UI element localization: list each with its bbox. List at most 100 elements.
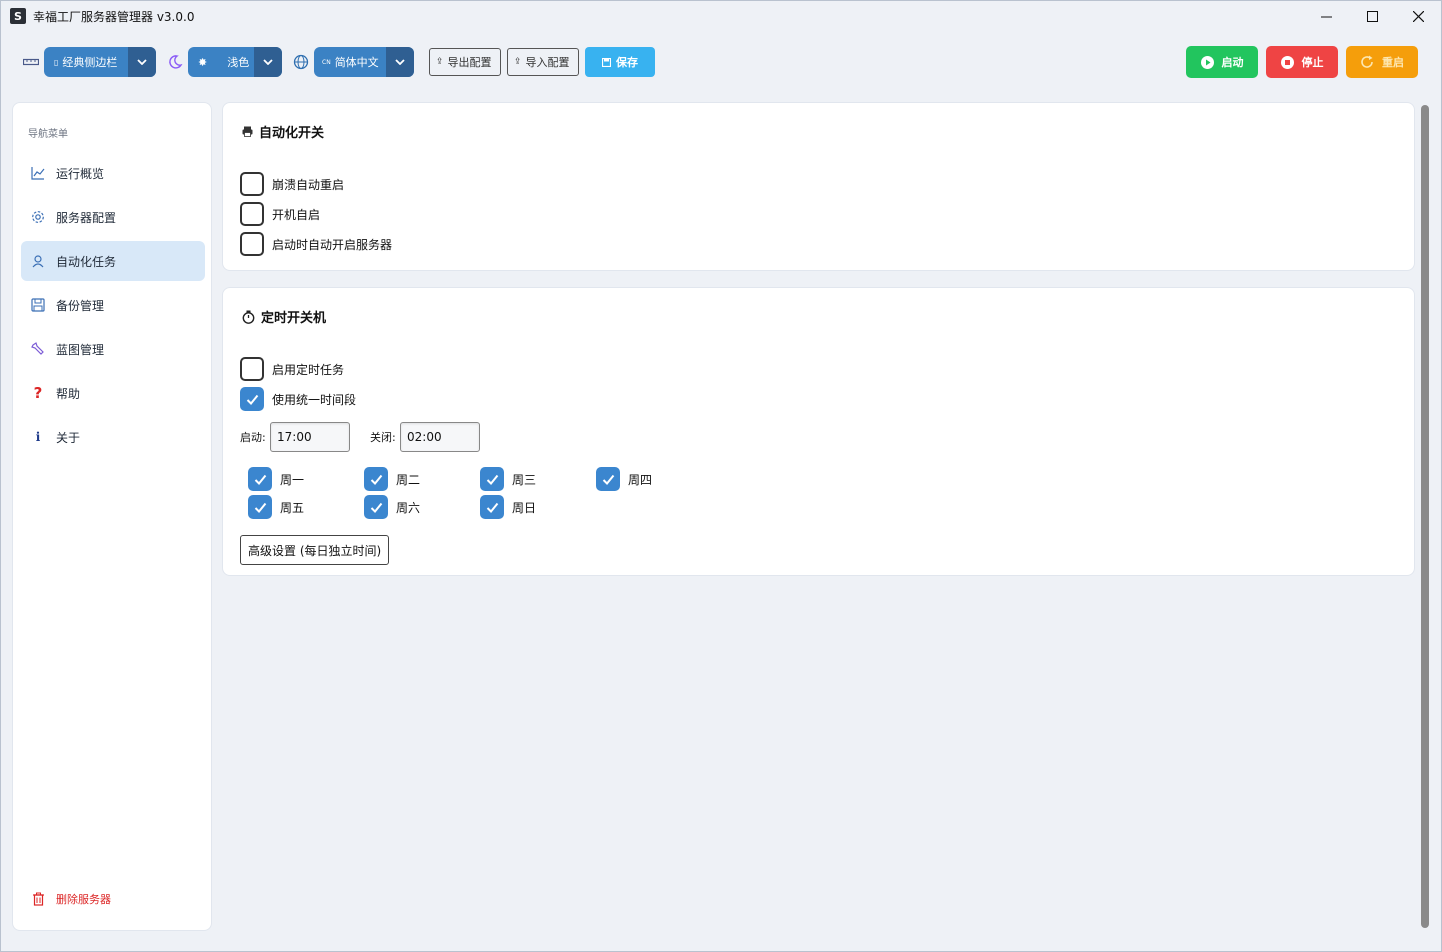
sidebar-item-label: 蓝图管理 [56, 342, 105, 357]
start-time-input[interactable] [270, 422, 350, 452]
checkbox-box[interactable] [596, 467, 620, 491]
checkmark-icon [254, 474, 266, 485]
boot-autostart-checkbox[interactable]: 开机自启 [240, 202, 320, 226]
layout-select[interactable]: ▯ 经典侧边栏 [44, 47, 156, 77]
stop-label: 停止 [1301, 56, 1324, 69]
theme-select-value: 浅色 [227, 56, 250, 69]
day-label: 周四 [628, 472, 653, 487]
theme-select[interactable]: ✸ 浅色 [188, 47, 282, 77]
play-icon [1200, 55, 1214, 69]
title-bar: S 幸福工厂服务器管理器 v3.0.0 [1, 1, 1441, 31]
floppy-disk-icon [30, 297, 46, 313]
sidebar-item-help[interactable]: ? 帮助 [21, 373, 205, 413]
checkbox-box[interactable] [480, 467, 504, 491]
minimize-button[interactable] [1303, 1, 1349, 31]
layout-select-value: 经典侧边栏 [62, 56, 118, 69]
sidebar-item-label: 备份管理 [56, 298, 105, 313]
scrollbar-thumb[interactable] [1421, 105, 1429, 928]
checkbox-box[interactable] [480, 495, 504, 519]
checkbox-label: 开机自启 [272, 207, 321, 222]
checkmark-icon [486, 474, 498, 485]
sun-icon: ✸ [198, 55, 208, 69]
day-checkbox-thursday[interactable]: 周四 [596, 467, 652, 491]
start-time-label: 启动: [240, 431, 266, 444]
day-checkbox-saturday[interactable]: 周六 [364, 495, 420, 519]
checkbox-box[interactable] [248, 495, 272, 519]
day-label: 周日 [512, 500, 537, 515]
language-select[interactable]: CN 简体中文 [314, 47, 414, 77]
panel-title-automation: 自动化开关 [242, 122, 324, 141]
import-config-button[interactable]: ⇪ 导入配置 [507, 48, 579, 76]
checkmark-icon [370, 502, 382, 513]
sidebar-item-label: 帮助 [56, 386, 81, 401]
toolbar: ▯ 经典侧边栏 ✸ 浅色 CN 简体中文 ⇪ 导出配置 ⇪ 导入配置 保存 启动… [1, 31, 1441, 91]
stop-server-button[interactable]: 停止 [1266, 46, 1338, 78]
checkmark-icon [486, 502, 498, 513]
crash-auto-restart-checkbox[interactable]: 崩溃自动重启 [240, 172, 344, 196]
unified-time-checkbox[interactable]: 使用统一时间段 [240, 387, 356, 411]
sidebar-item-about[interactable]: i 关于 [21, 417, 205, 457]
wrench-icon [30, 341, 46, 357]
sidebar-item-label: 服务器配置 [56, 210, 117, 225]
day-checkbox-friday[interactable]: 周五 [248, 495, 304, 519]
export-config-button[interactable]: ⇪ 导出配置 [429, 48, 501, 76]
stop-time-input[interactable] [400, 422, 480, 452]
moon-icon [166, 53, 184, 71]
day-checkbox-wednesday[interactable]: 周三 [480, 467, 536, 491]
sidebar-item-backup[interactable]: 备份管理 [21, 285, 205, 325]
app-logo-icon: S [10, 8, 26, 24]
maximize-icon [1366, 10, 1378, 22]
trash-icon [30, 891, 46, 907]
advanced-settings-button[interactable]: 高级设置 (每日独立时间) [240, 535, 390, 565]
sidebar-item-server-config[interactable]: 服务器配置 [21, 197, 205, 237]
close-icon [1412, 10, 1424, 22]
vertical-scrollbar[interactable] [1419, 102, 1431, 931]
checkbox-box[interactable] [240, 387, 264, 411]
delete-server-label: 删除服务器 [56, 893, 111, 906]
checkbox-box[interactable] [240, 172, 264, 196]
gear-icon [30, 209, 46, 225]
enable-schedule-checkbox[interactable]: 启用定时任务 [240, 357, 344, 381]
automation-title: 自动化开关 [259, 126, 325, 141]
printer-icon [242, 126, 253, 137]
delete-server-button[interactable]: 删除服务器 [21, 879, 205, 919]
checkmark-icon [246, 394, 258, 405]
theme-dropdown-chevron-icon[interactable] [254, 47, 282, 77]
sidebar-item-overview[interactable]: 运行概览 [21, 153, 205, 193]
close-button[interactable] [1395, 1, 1441, 31]
layout-dropdown-chevron-icon[interactable] [128, 47, 156, 77]
checkbox-box[interactable] [248, 467, 272, 491]
window-title: 幸福工厂服务器管理器 v3.0.0 [33, 9, 195, 24]
checkbox-label: 崩溃自动重启 [272, 177, 345, 192]
restart-server-button[interactable]: 重启 [1346, 46, 1418, 78]
day-checkbox-tuesday[interactable]: 周二 [364, 467, 420, 491]
stop-icon [1280, 55, 1294, 69]
schedule-panel: 定时开关机 启用定时任务 使用统一时间段 启动: 关闭: 周一 周二 周三 [222, 287, 1415, 576]
day-label: 周三 [512, 472, 537, 487]
start-label: 启动 [1221, 56, 1244, 69]
maximize-button[interactable] [1349, 1, 1395, 31]
checkbox-label: 启动时自动开启服务器 [272, 237, 393, 252]
sidebar-item-blueprints[interactable]: 蓝图管理 [21, 329, 205, 369]
checkbox-label: 启用定时任务 [272, 362, 345, 377]
day-label: 周五 [280, 500, 305, 515]
sidebar-item-automation[interactable]: 自动化任务 [21, 241, 205, 281]
info-icon: i [35, 430, 41, 444]
chart-line-icon [30, 165, 46, 181]
day-checkbox-monday[interactable]: 周一 [248, 467, 304, 491]
sidebar-item-label: 运行概览 [56, 166, 105, 181]
start-server-button[interactable]: 启动 [1186, 46, 1258, 78]
import-config-label: 导入配置 [525, 56, 570, 69]
checkbox-box[interactable] [240, 202, 264, 226]
checkbox-box[interactable] [364, 495, 388, 519]
auto-start-server-checkbox[interactable]: 启动时自动开启服务器 [240, 232, 392, 256]
day-checkbox-sunday[interactable]: 周日 [480, 495, 536, 519]
checkbox-box[interactable] [364, 467, 388, 491]
checkbox-box[interactable] [240, 357, 264, 381]
checkbox-box[interactable] [240, 232, 264, 256]
language-dropdown-chevron-icon[interactable] [386, 47, 414, 77]
day-label: 周一 [280, 472, 305, 487]
sidebar-layout-icon: ▯ [54, 57, 59, 67]
globe-icon [292, 53, 310, 71]
save-button[interactable]: 保存 [585, 47, 655, 77]
